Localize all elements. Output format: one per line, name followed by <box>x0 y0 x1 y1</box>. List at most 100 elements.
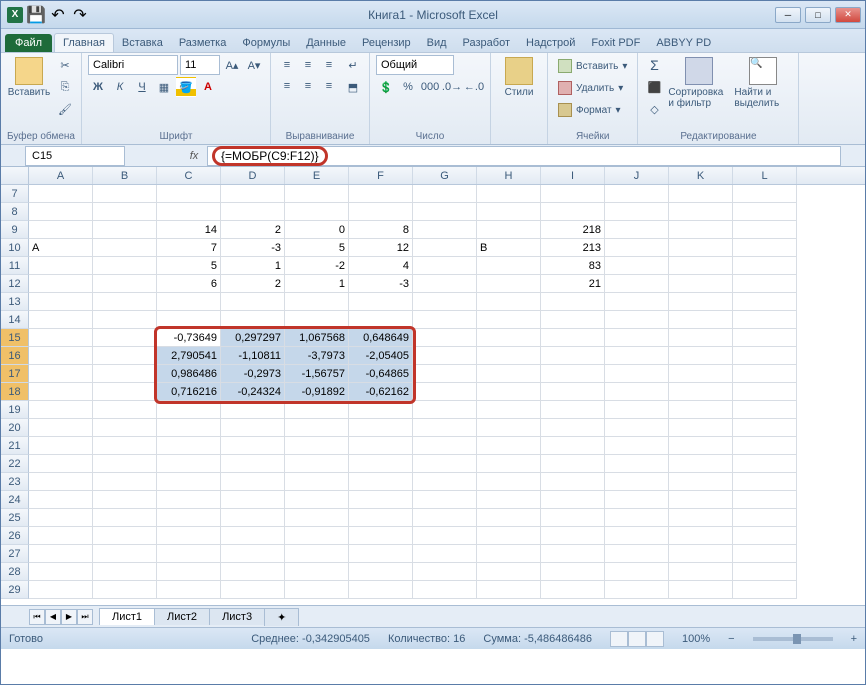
sheet-last-icon[interactable]: ⏭ <box>77 609 93 625</box>
select-all-corner[interactable] <box>1 167 29 184</box>
cell-E28[interactable] <box>285 563 349 581</box>
cell-C26[interactable] <box>157 527 221 545</box>
cell-H24[interactable] <box>477 491 541 509</box>
cell-F17[interactable]: -0,64865 <box>349 365 413 383</box>
cell-D19[interactable] <box>221 401 285 419</box>
cell-D17[interactable]: -0,2973 <box>221 365 285 383</box>
new-sheet-button[interactable]: ✦ <box>264 608 299 626</box>
cell-C13[interactable] <box>157 293 221 311</box>
cell-G15[interactable] <box>413 329 477 347</box>
cell-D20[interactable] <box>221 419 285 437</box>
cell-K19[interactable] <box>669 401 733 419</box>
cell-L7[interactable] <box>733 185 797 203</box>
row-header-24[interactable]: 24 <box>1 491 29 509</box>
cell-E9[interactable]: 0 <box>285 221 349 239</box>
cell-G26[interactable] <box>413 527 477 545</box>
cell-J29[interactable] <box>605 581 669 599</box>
row-header-29[interactable]: 29 <box>1 581 29 599</box>
cell-B29[interactable] <box>93 581 157 599</box>
align-bottom-icon[interactable]: ≡ <box>319 55 339 75</box>
cell-J19[interactable] <box>605 401 669 419</box>
tab-file[interactable]: Файл <box>5 34 52 52</box>
italic-button[interactable]: К <box>110 77 130 97</box>
cell-H22[interactable] <box>477 455 541 473</box>
align-middle-icon[interactable]: ≡ <box>298 55 318 75</box>
cell-J22[interactable] <box>605 455 669 473</box>
font-name-combo[interactable]: Calibri <box>88 55 178 75</box>
cell-D7[interactable] <box>221 185 285 203</box>
cell-J18[interactable] <box>605 383 669 401</box>
cell-L8[interactable] <box>733 203 797 221</box>
row-header-26[interactable]: 26 <box>1 527 29 545</box>
cell-A23[interactable] <box>29 473 93 491</box>
row-header-27[interactable]: 27 <box>1 545 29 563</box>
cell-L13[interactable] <box>733 293 797 311</box>
cell-G24[interactable] <box>413 491 477 509</box>
row-header-28[interactable]: 28 <box>1 563 29 581</box>
cell-E12[interactable]: 1 <box>285 275 349 293</box>
cell-H18[interactable] <box>477 383 541 401</box>
tab-view[interactable]: Вид <box>419 34 455 52</box>
minimize-button[interactable]: ─ <box>775 7 801 23</box>
row-header-22[interactable]: 22 <box>1 455 29 473</box>
cell-A8[interactable] <box>29 203 93 221</box>
cell-I7[interactable] <box>541 185 605 203</box>
cell-L24[interactable] <box>733 491 797 509</box>
cell-D8[interactable] <box>221 203 285 221</box>
cell-I29[interactable] <box>541 581 605 599</box>
cell-D29[interactable] <box>221 581 285 599</box>
cell-B23[interactable] <box>93 473 157 491</box>
cell-A13[interactable] <box>29 293 93 311</box>
cell-L11[interactable] <box>733 257 797 275</box>
cell-F25[interactable] <box>349 509 413 527</box>
cell-B28[interactable] <box>93 563 157 581</box>
cell-D14[interactable] <box>221 311 285 329</box>
cell-B14[interactable] <box>93 311 157 329</box>
cell-F21[interactable] <box>349 437 413 455</box>
cell-D27[interactable] <box>221 545 285 563</box>
cell-D9[interactable]: 2 <box>221 221 285 239</box>
cell-B24[interactable] <box>93 491 157 509</box>
wrap-text-button[interactable]: ↵ <box>343 55 363 75</box>
col-header-A[interactable]: A <box>29 167 93 184</box>
cell-B22[interactable] <box>93 455 157 473</box>
cell-G21[interactable] <box>413 437 477 455</box>
border-button[interactable]: ▦ <box>154 77 174 97</box>
align-center-icon[interactable]: ≡ <box>298 76 318 96</box>
cell-J20[interactable] <box>605 419 669 437</box>
cell-D22[interactable] <box>221 455 285 473</box>
cell-K7[interactable] <box>669 185 733 203</box>
autosum-button[interactable]: Σ <box>644 55 664 75</box>
cell-A12[interactable] <box>29 275 93 293</box>
row-header-17[interactable]: 17 <box>1 365 29 383</box>
cut-icon[interactable]: ✂ <box>55 55 75 75</box>
delete-cells-button[interactable]: Удалить ▾ <box>554 77 631 99</box>
cell-F9[interactable]: 8 <box>349 221 413 239</box>
cell-E17[interactable]: -1,56757 <box>285 365 349 383</box>
cell-G17[interactable] <box>413 365 477 383</box>
cell-A28[interactable] <box>29 563 93 581</box>
redo-icon[interactable]: ↷ <box>71 6 89 24</box>
cell-E22[interactable] <box>285 455 349 473</box>
cell-F8[interactable] <box>349 203 413 221</box>
cell-D16[interactable]: -1,10811 <box>221 347 285 365</box>
cell-C28[interactable] <box>157 563 221 581</box>
cell-D23[interactable] <box>221 473 285 491</box>
cell-C11[interactable]: 5 <box>157 257 221 275</box>
cell-G19[interactable] <box>413 401 477 419</box>
col-header-H[interactable]: H <box>477 167 541 184</box>
cell-F15[interactable]: 0,648649 <box>349 329 413 347</box>
col-header-G[interactable]: G <box>413 167 477 184</box>
cell-J16[interactable] <box>605 347 669 365</box>
cell-I22[interactable] <box>541 455 605 473</box>
row-header-19[interactable]: 19 <box>1 401 29 419</box>
cell-E29[interactable] <box>285 581 349 599</box>
cell-J7[interactable] <box>605 185 669 203</box>
cell-C17[interactable]: 0,986486 <box>157 365 221 383</box>
cell-G11[interactable] <box>413 257 477 275</box>
cell-D12[interactable]: 2 <box>221 275 285 293</box>
comma-icon[interactable]: 000 <box>420 77 440 97</box>
cell-A24[interactable] <box>29 491 93 509</box>
cell-B15[interactable] <box>93 329 157 347</box>
cell-I10[interactable]: 213 <box>541 239 605 257</box>
